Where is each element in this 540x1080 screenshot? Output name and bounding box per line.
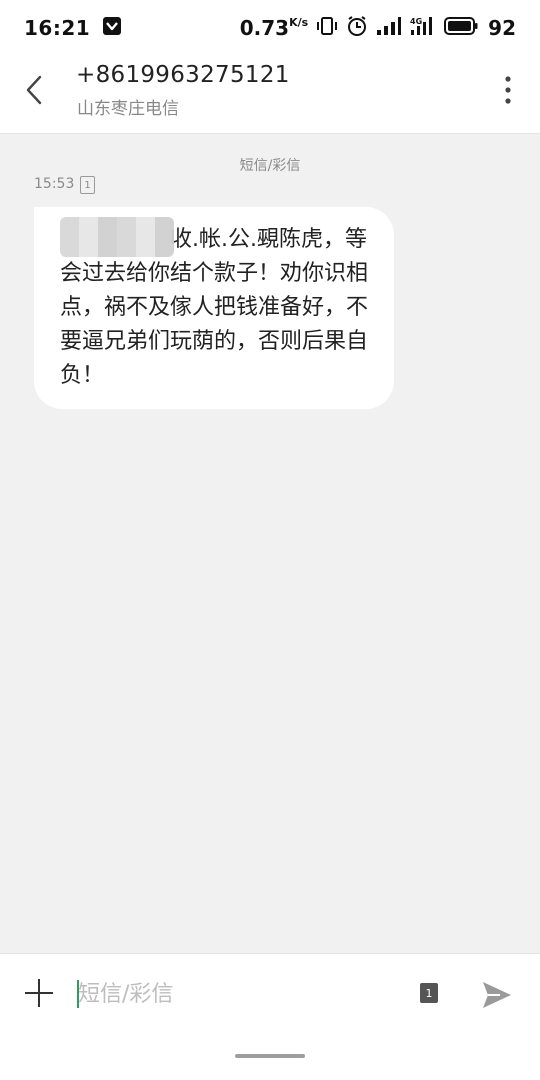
alarm-icon xyxy=(346,15,368,41)
home-indicator[interactable] xyxy=(235,1054,305,1058)
signal-icon xyxy=(376,16,402,40)
message-list[interactable]: 短信/彩信 15:53 1 收.帐.公.覡陈虎，等会过去给你结个款子！劝你识相点… xyxy=(0,135,540,953)
message-timestamp: 15:53 xyxy=(34,176,75,192)
attach-button[interactable] xyxy=(22,976,56,1010)
svg-text:4G: 4G xyxy=(410,17,422,26)
incoming-message-bubble[interactable]: 收.帐.公.覡陈虎，等会过去给你结个款子！劝你识相点，祸不及傢人把钱准备好，不要… xyxy=(34,207,394,409)
shield-app-icon xyxy=(102,16,122,40)
chevron-left-icon xyxy=(26,75,42,105)
status-time: 16:21 xyxy=(24,16,91,40)
battery-icon xyxy=(444,17,478,39)
message-composer: 1 xyxy=(0,953,540,1080)
contact-number: +8619963275121 xyxy=(76,62,290,88)
contact-carrier: 山东枣庄电信 xyxy=(77,99,179,119)
message-type-label: 短信/彩信 xyxy=(239,158,301,174)
sim-select-button[interactable]: 1 xyxy=(420,983,438,1003)
send-button[interactable] xyxy=(480,978,514,1012)
back-button[interactable] xyxy=(16,70,52,110)
more-vertical-icon xyxy=(505,76,511,104)
sim-card-badge: 1 xyxy=(80,176,95,194)
network-speed: 0.73K/s xyxy=(239,16,309,40)
redacted-text-mask xyxy=(60,217,174,257)
conversation-header: +8619963275121 山东枣庄电信 xyxy=(0,56,540,134)
text-caret xyxy=(77,980,79,1008)
battery-level: 92 xyxy=(488,16,516,40)
vibrate-icon xyxy=(316,16,338,40)
message-input[interactable] xyxy=(78,974,398,1014)
send-icon xyxy=(483,982,511,1008)
signal-4g-icon: 4G xyxy=(410,16,436,40)
more-options-button[interactable] xyxy=(496,70,520,110)
status-bar: 16:21 0.73K/s 4G 92 xyxy=(0,0,540,56)
